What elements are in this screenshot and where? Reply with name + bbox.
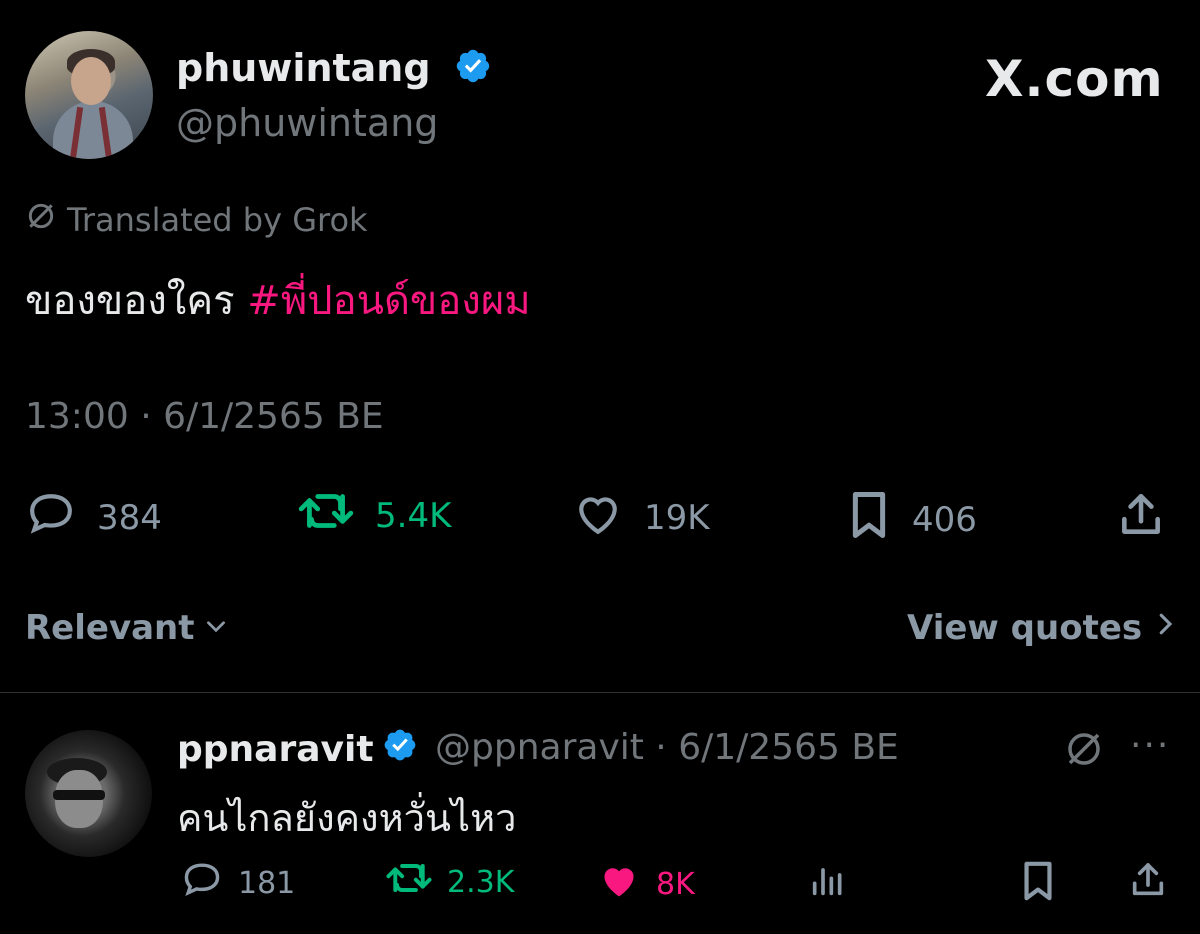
x-logo: X.com — [985, 50, 1164, 108]
share-icon — [1128, 860, 1168, 908]
author-display-name[interactable]: phuwintang — [176, 46, 431, 90]
heart-icon — [572, 490, 624, 545]
reply-bookmark-button[interactable] — [1018, 860, 1058, 910]
reply-author-avatar[interactable] — [25, 730, 152, 857]
retweet-icon — [297, 490, 355, 541]
reply-retweet-count: 2.3K — [447, 864, 515, 900]
sort-relevant-dropdown[interactable]: Relevant — [25, 608, 229, 648]
like-button[interactable]: 19K — [572, 490, 710, 545]
reply-icon — [25, 490, 77, 545]
tweet-text-plain: ของของใคร — [25, 278, 248, 324]
reply-like-count: 8K — [656, 866, 695, 902]
reply-reply-button[interactable]: 181 — [180, 860, 295, 906]
translated-text: Translated by Grok — [67, 201, 368, 239]
view-quotes-link[interactable]: View quotes — [907, 608, 1176, 648]
reply-like-button[interactable]: 8K — [596, 860, 695, 908]
author-handle[interactable]: @phuwintang — [176, 101, 438, 145]
bookmark-button[interactable]: 406 — [846, 490, 977, 549]
share-icon — [1116, 490, 1166, 549]
retweet-button[interactable]: 5.4K — [297, 490, 451, 541]
bookmark-count: 406 — [912, 499, 977, 540]
reply-text: คนไกลยังคงหวั่นไหว — [177, 796, 517, 840]
reply-views-button[interactable] — [808, 860, 848, 908]
verified-badge-icon — [454, 47, 492, 94]
retweet-count: 5.4K — [375, 495, 452, 536]
like-count: 19K — [644, 497, 710, 538]
reply-retweet-button[interactable]: 2.3K — [385, 860, 514, 904]
grok-translate-icon — [25, 200, 57, 240]
share-button[interactable] — [1116, 490, 1166, 549]
reply-share-button[interactable] — [1128, 860, 1168, 908]
author-avatar[interactable] — [25, 31, 153, 159]
verified-badge-icon — [382, 727, 418, 772]
heart-filled-icon — [596, 860, 642, 908]
tweet-timestamp[interactable]: 13:00 · 6/1/2565 BE — [25, 396, 384, 437]
views-chart-icon — [808, 860, 848, 908]
divider — [0, 692, 1200, 693]
sort-label: Relevant — [25, 608, 195, 648]
hashtag-link[interactable]: #พี่ปอนด์ของผม — [247, 278, 530, 324]
chevron-down-icon — [203, 608, 229, 648]
bookmark-icon — [1018, 860, 1058, 910]
reply-reply-count: 181 — [238, 865, 296, 901]
author-name[interactable]: phuwintang — [176, 46, 492, 94]
retweet-icon — [385, 860, 433, 904]
translated-label[interactable]: Translated by Grok — [25, 200, 368, 240]
grok-translate-icon[interactable] — [1063, 728, 1105, 774]
more-options-icon[interactable]: ··· — [1130, 725, 1170, 766]
reply-author-name[interactable]: ppnaravit — [177, 727, 418, 772]
reply-button[interactable]: 384 — [25, 490, 162, 545]
tweet-text: ของของใคร #พี่ปอนด์ของผม — [25, 268, 531, 332]
reply-count: 384 — [97, 497, 162, 538]
bookmark-icon — [846, 490, 892, 549]
reply-icon — [180, 860, 224, 906]
reply-meta[interactable]: @ppnaravit · 6/1/2565 BE — [435, 727, 899, 768]
chevron-right-icon — [1154, 608, 1176, 648]
reply-display-name[interactable]: ppnaravit — [177, 729, 374, 770]
view-quotes-label: View quotes — [907, 608, 1143, 648]
